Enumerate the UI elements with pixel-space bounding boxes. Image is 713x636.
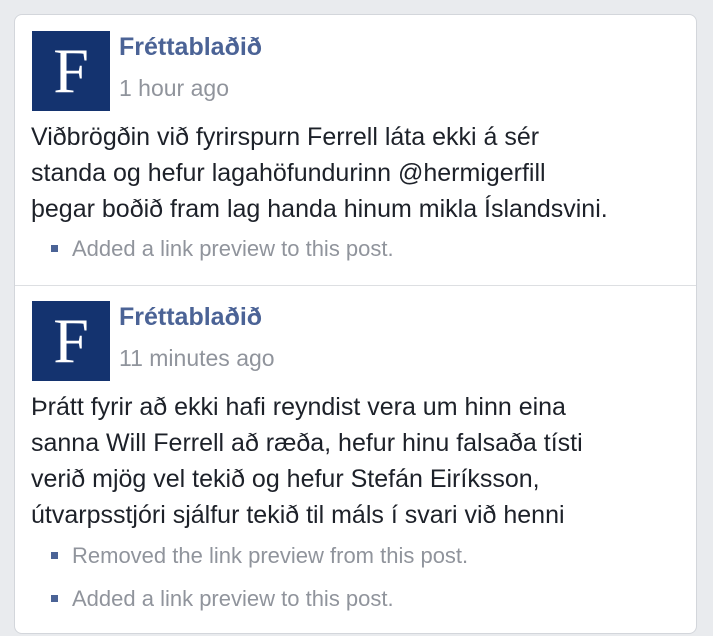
feed-card: F Fréttablaðið 1 hour ago Viðbrögðin við…: [14, 14, 697, 634]
bullet-icon: [51, 594, 58, 602]
post-body-line: útvarpsstjóri sjálfur tekið til máls í s…: [31, 501, 565, 529]
post-body-line: Viðbrögðin við fyrirspurn Ferrell láta e…: [31, 123, 540, 151]
post-body-line: standa og hefur lagahöfundurinn @hermige…: [31, 159, 546, 187]
post-body-line: þegar boðið fram lag handa hinum mikla Í…: [31, 195, 608, 223]
edit-history-item: Removed the link preview from this post.: [51, 543, 468, 569]
edit-history-item: Added a link preview to this post.: [51, 236, 394, 262]
author-name[interactable]: Fréttablaðið: [119, 303, 262, 332]
bullet-icon: [51, 551, 58, 559]
edit-history-text: Added a link preview to this post.: [72, 586, 394, 611]
edit-history-item: Added a link preview to this post.: [51, 586, 394, 612]
post-timestamp[interactable]: 1 hour ago: [119, 75, 229, 102]
post: F Fréttablaðið 1 hour ago Viðbrögðin við…: [15, 15, 696, 285]
post-timestamp[interactable]: 11 minutes ago: [119, 345, 275, 372]
bullet-icon: [51, 244, 58, 252]
edit-history-text: Removed the link preview from this post.: [72, 543, 469, 568]
post-body-line: sanna Will Ferrell að ræða, hefur hinu f…: [31, 429, 583, 457]
post-body: Viðbrögðin við fyrirspurn Ferrell láta e…: [31, 119, 691, 227]
post-body-line: verið mjög vel tekið og hefur Stefán Eir…: [31, 465, 540, 493]
post-body-line: Þrátt fyrir að ekki hafi reyndist vera u…: [31, 393, 566, 421]
author-name[interactable]: Fréttablaðið: [119, 33, 262, 62]
post-body: Þrátt fyrir að ekki hafi reyndist vera u…: [31, 389, 691, 533]
avatar[interactable]: F: [32, 301, 110, 381]
edit-history-text: Added a link preview to this post.: [72, 236, 394, 261]
post: F Fréttablaðið 11 minutes ago Þrátt fyri…: [15, 285, 696, 633]
avatar[interactable]: F: [32, 31, 110, 111]
